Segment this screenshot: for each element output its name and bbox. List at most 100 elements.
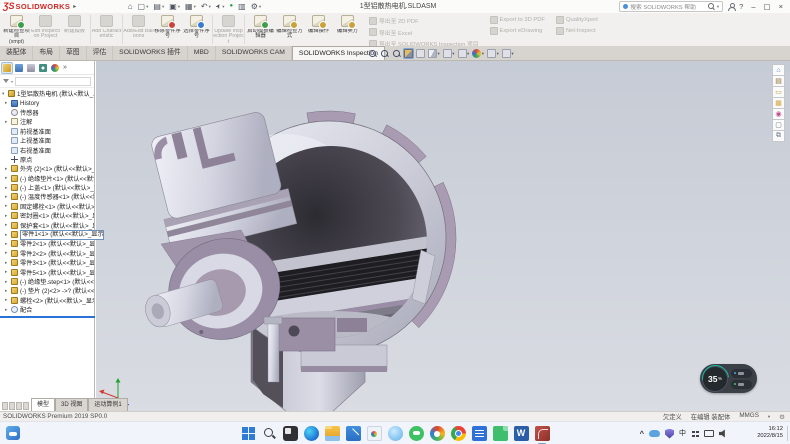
word-icon[interactable]: W — [514, 426, 529, 441]
zoom-overlay-widget[interactable]: 35% — [700, 364, 757, 393]
filter-input[interactable] — [15, 77, 91, 86]
edit-appearance-button[interactable]: ▾ — [471, 48, 485, 59]
home-button[interactable]: ⌂ — [125, 0, 135, 13]
dimxpert-manager-tab[interactable] — [38, 63, 48, 73]
undo-button[interactable]: ↶▾ — [198, 0, 213, 13]
save-button[interactable]: ▣▾ — [167, 0, 183, 13]
display-manager-tab[interactable] — [50, 63, 60, 73]
rebuild-button[interactable]: ● — [227, 0, 236, 13]
export-item-button[interactable]: Export eDrawing — [490, 27, 545, 35]
tree-root-item[interactable]: ▾1型铝散热电机 (默认<默认_显示状态-1 — [0, 89, 94, 98]
export-item-button[interactable]: 导出至 Excel — [369, 28, 479, 37]
tree-item[interactable]: 传感器 — [0, 108, 94, 117]
ime-mode-icon[interactable]: 中 — [679, 426, 686, 441]
tab-sketch[interactable]: 草图 — [60, 46, 87, 60]
tree-item[interactable]: ▸(-) 垫片 (2)<2> ->? (默认<<默认> — [0, 286, 94, 295]
options-button[interactable]: ⚙▾ — [248, 0, 263, 13]
view-settings-button[interactable]: ▾ — [501, 48, 515, 59]
doc-tab-运动算例1[interactable]: 运动算例1 — [88, 398, 127, 411]
status-options-icon[interactable]: ⚙ — [779, 413, 785, 421]
configuration-manager-tab[interactable] — [26, 63, 36, 73]
security-shield-icon[interactable] — [665, 429, 674, 439]
tab-assembly[interactable]: 装配体 — [0, 46, 33, 60]
mail-icon[interactable] — [346, 426, 361, 441]
volume-icon[interactable] — [719, 429, 728, 438]
help-button[interactable]: ? — [739, 2, 743, 11]
tree-item[interactable]: ▸(-) 温度传感器<1> (默认<<默认> — [0, 192, 94, 201]
photos-icon[interactable] — [367, 426, 382, 441]
tree-item[interactable]: ▸(-) 绝缘垫片<1> (默认<<默认>_显 — [0, 174, 94, 183]
tree-item[interactable]: ▸注解 — [0, 117, 94, 126]
tab-cam[interactable]: SOLIDWORKS CAM — [216, 46, 292, 60]
widget-button-top[interactable] — [731, 369, 752, 378]
pick-balloons-button[interactable]: 选择零件序号 — [182, 13, 211, 46]
tab-addins[interactable]: SOLIDWORKS 插件 — [113, 46, 188, 60]
new-document-button[interactable]: ▢▾ — [135, 0, 151, 13]
tree-item[interactable]: ▸(-) 绝缘垫.step<1> (默认<<默认>_ — [0, 277, 94, 286]
view-orientation-button[interactable]: ▾ — [427, 48, 441, 59]
tab-scroll-buttons[interactable] — [0, 402, 31, 411]
filter-caret-icon[interactable]: ▾ — [11, 79, 13, 84]
green-app-icon[interactable] — [409, 426, 424, 441]
tree-item[interactable]: ▸零件2<2> (默认<<默认>_显示状态 — [0, 249, 94, 258]
tab-layout[interactable]: 布局 — [33, 46, 60, 60]
feature-manager-tab[interactable] — [2, 63, 12, 73]
login-user-icon[interactable] — [727, 3, 735, 11]
cortana-icon[interactable] — [388, 426, 403, 441]
tree-item[interactable]: ▸配合 — [0, 305, 94, 314]
search-input[interactable]: 搜索 SOLIDWORKS 帮助 ▾ — [619, 1, 723, 12]
display-style-button[interactable]: ▾ — [442, 48, 456, 59]
tree-item[interactable]: ▸零件3<1> (默认<<默认>_显示状态 — [0, 258, 94, 267]
tree-item[interactable]: ▸零件2<1> (默认<<默认>_显示状态 — [0, 239, 94, 248]
edit-methods-button[interactable]: 编辑检查方式 — [275, 13, 304, 46]
file-explorer-icon[interactable] — [325, 426, 340, 441]
tree-item[interactable]: 原点 — [0, 155, 94, 164]
export-item-button[interactable]: 导出至 2D PDF — [369, 16, 479, 25]
doc-tab-3D 视图[interactable]: 3D 视图 — [55, 398, 88, 411]
search-icon[interactable] — [262, 426, 277, 441]
onedrive-icon[interactable] — [649, 430, 660, 437]
new-inspection-project-button[interactable]: 新建检查项目 (xmpt) — [2, 13, 31, 46]
section-view-button[interactable] — [403, 48, 414, 59]
screenshot-app-icon[interactable] — [283, 426, 298, 441]
property-manager-tab[interactable] — [14, 63, 24, 73]
remove-balloons-button[interactable]: 移除零件序号 — [153, 13, 182, 46]
cast-display-icon[interactable] — [704, 430, 714, 437]
custom-properties-tab[interactable]: ⧉ — [772, 130, 785, 142]
reader-app-icon[interactable] — [472, 426, 487, 441]
filter-icon[interactable] — [3, 79, 9, 83]
hide-show-items-button[interactable]: ▾ — [457, 48, 471, 59]
solidworks-logo[interactable]: ƷS SOLIDWORKS ▸ — [0, 0, 79, 13]
logo-expand-icon[interactable]: ▸ — [73, 3, 76, 10]
launch-template-editor-button[interactable]: 启动模板编辑器 — [246, 13, 275, 46]
tree-item[interactable]: 前视基准面 — [0, 127, 94, 136]
zoom-fit-button[interactable] — [367, 48, 378, 59]
tree-item[interactable]: ▸零件1<1> (默认<<默认>_显示状态 — [0, 230, 94, 239]
chrome-icon[interactable] — [451, 426, 466, 441]
search-icon[interactable] — [708, 3, 715, 10]
tree-item[interactable]: 右视基准面 — [0, 145, 94, 154]
file-properties-button[interactable]: ▥ — [236, 0, 249, 13]
tab-evaluate[interactable]: 评估 — [87, 46, 114, 60]
print-button[interactable]: ▦▾ — [183, 0, 199, 13]
open-button[interactable]: ▤▾ — [151, 0, 167, 13]
tree-item[interactable]: ▸History — [0, 98, 94, 107]
edit-operations-button[interactable]: 编辑操作 — [304, 13, 333, 46]
tray-chevron-icon[interactable]: ^ — [640, 426, 644, 441]
tree-item[interactable]: ▸密封圈<1> (默认<<默认>_显示状 — [0, 211, 94, 220]
tree-item[interactable]: ▸螺栓<2> (默认<<默认>_显示状态 — [0, 296, 94, 305]
export-item-button[interactable]: Net-Inspect — [556, 27, 598, 35]
overflow-tab[interactable]: » — [62, 63, 68, 73]
export-item-button[interactable]: QualityXpert — [556, 16, 598, 24]
tree-item[interactable]: ▸保护套<1> (默认<<默认>_显示状 — [0, 220, 94, 229]
tree-split-bar[interactable] — [0, 316, 95, 318]
units-caret-icon[interactable]: ▾ — [768, 414, 770, 420]
apply-scene-button[interactable]: ▾ — [486, 48, 500, 59]
restore-button[interactable]: ▢ — [760, 0, 775, 13]
edge-icon[interactable] — [304, 426, 319, 441]
minimize-button[interactable]: – — [747, 0, 759, 13]
solidworks-icon[interactable] — [535, 426, 550, 441]
search-options-caret-icon[interactable]: ▾ — [717, 4, 719, 10]
tree-item[interactable]: ▸固定螺栓<1> (默认<<默认>_显示 — [0, 202, 94, 211]
tree-item[interactable]: ▸外壳 (2)<1> (默认<<默认>_显示状 — [0, 164, 94, 173]
